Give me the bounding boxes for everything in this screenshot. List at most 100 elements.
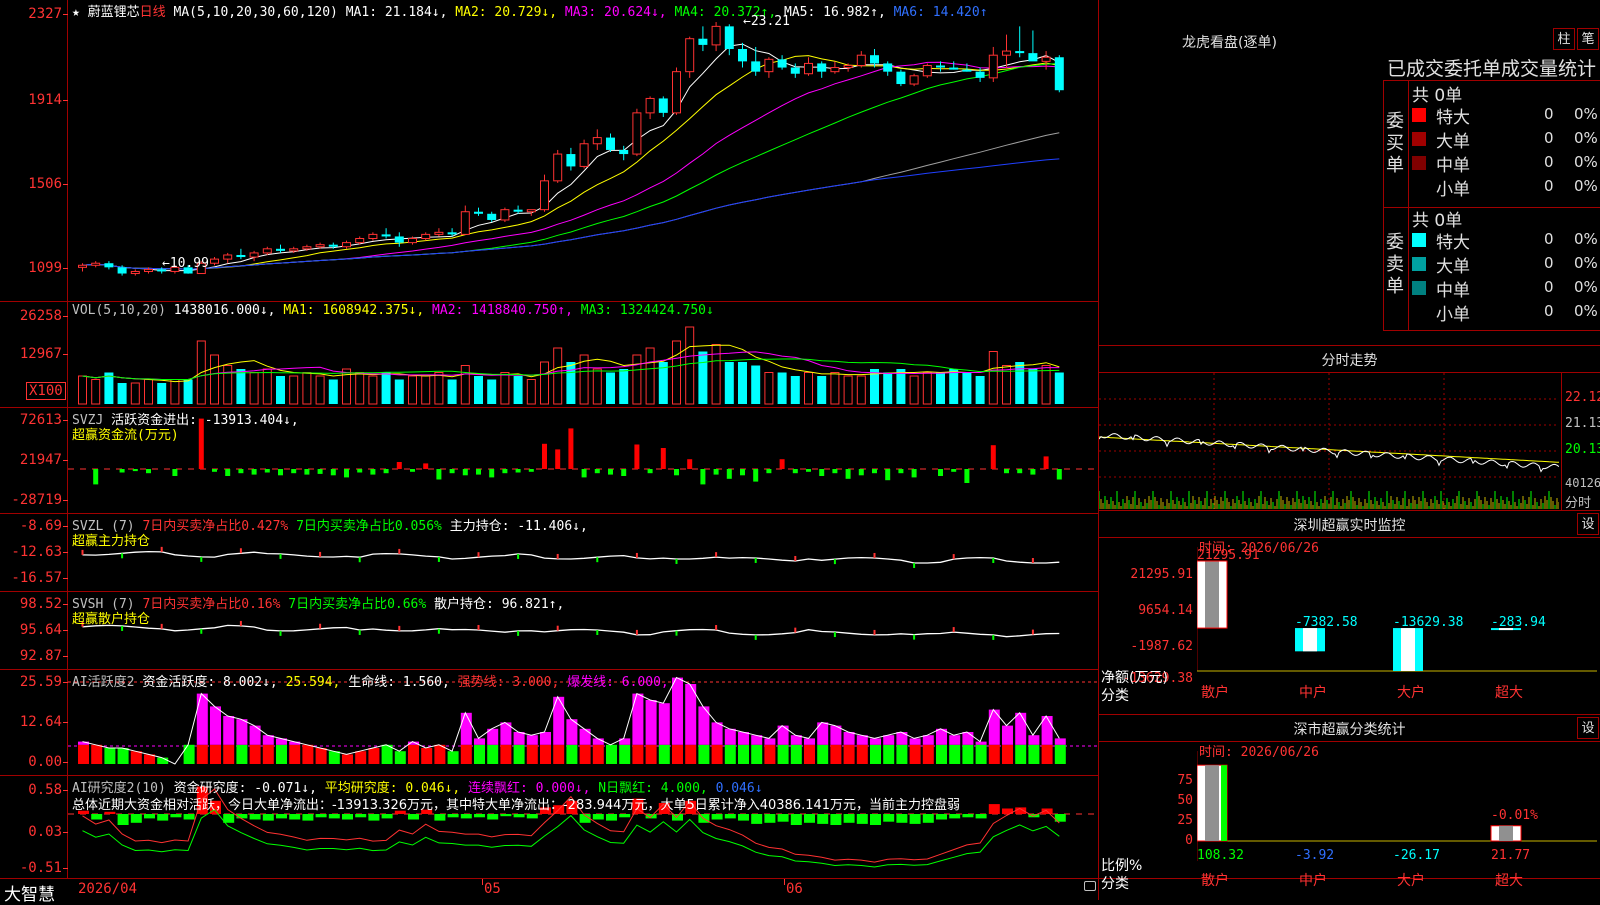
svzj-bar-outflow	[370, 469, 376, 475]
category-stats-panel[interactable]: 深市超赢分类统计 设 时间: 2026/06/26 75 50 25 0 比例%…	[1098, 715, 1600, 900]
ai-activity-spike-bar	[632, 693, 644, 745]
svzj-bar-outflow	[1030, 469, 1036, 475]
svzl-y-axis: -8.69 -12.63 -16.57	[0, 514, 68, 591]
ai-activity-spike-bar	[949, 735, 961, 745]
candle-body-up	[632, 112, 642, 155]
ai-activity-spike-bar	[672, 677, 683, 745]
ai-research-bar-down	[777, 814, 789, 822]
intraday-chart[interactable]	[1099, 373, 1559, 509]
volume-bar-up	[988, 351, 998, 405]
ai-activity-spike-bar	[579, 728, 591, 745]
ai-activity-base-bar	[553, 744, 565, 764]
svzj-bar-outflow	[581, 469, 587, 478]
svzj-bar-outflow	[740, 469, 745, 476]
candle-body-up	[579, 143, 589, 167]
row-pct: 0%	[1574, 254, 1598, 272]
buy-row-0: 特大 0 0%	[1412, 103, 1600, 128]
stats-ytick: 0	[1185, 833, 1193, 848]
candle-body-up	[711, 25, 721, 46]
monitor-bar-shade	[1401, 628, 1415, 671]
candle-body-down	[896, 71, 906, 85]
candle-body-up	[460, 211, 470, 235]
intraday-ytick: 20.13	[1565, 442, 1600, 457]
svzl-ytick: -8.69	[0, 518, 68, 534]
monitor-chart[interactable]: 21295.91 散户 -7382.58 中户 -13629.38 大户 -283.94 超大	[1197, 547, 1597, 715]
kline-chart[interactable]	[68, 0, 1098, 301]
volume-bar-down	[896, 369, 906, 404]
ai-activity-base-bar	[698, 744, 710, 764]
ai-activity-spike-bar	[738, 732, 749, 745]
stats-chart[interactable]: 108.32 散户 -3.92 中户 -26.17 大户 21.77 超大 -0.01%	[1197, 751, 1597, 900]
ai-research-bar-down	[223, 814, 235, 823]
stats-category-label: 大户	[1397, 872, 1425, 889]
ai-research-ytick: -0.51	[0, 860, 68, 876]
ai-activity-y-axis: 25.59 12.64 0.00	[0, 670, 68, 775]
column-view-button[interactable]: 柱	[1553, 28, 1575, 50]
ai-research-bar-down	[817, 814, 829, 824]
svzj-bar-outflow	[278, 469, 283, 476]
ai-activity-base-bar	[130, 751, 142, 764]
candle-body-up	[764, 58, 774, 73]
intraday-panel[interactable]: 分时走势 22.12 21.13 20.13 401264 分时	[1098, 346, 1600, 511]
realtime-monitor-panel[interactable]: 深圳超赢实时监控 设 时间: 2026/06/26 21295.91 9654.…	[1098, 511, 1600, 715]
candle-body-down	[777, 59, 787, 68]
candle-body-down	[619, 149, 629, 155]
ai-activity-b: 25.594,	[285, 675, 341, 690]
svzl-panel[interactable]: -8.69 -12.63 -16.57 SVZL (7) 7日内买卖净占比0.4…	[0, 514, 1098, 592]
ai-research-bar-down	[249, 814, 261, 820]
volume-bar-up	[289, 375, 299, 405]
volume-bar-up	[355, 372, 365, 405]
ai-activity-spike-bar	[804, 738, 815, 745]
candle-body-up	[830, 67, 840, 73]
lock-icon[interactable]	[1084, 881, 1096, 891]
ai-research-bar-down	[804, 814, 815, 823]
ai-research-panel[interactable]: 0.58 0.03 -0.51 AI研究度2(10) 资金研究度: -0.071…	[0, 776, 1098, 878]
svzj-bar-outflow	[898, 469, 904, 474]
stats-ylabel: 比例%	[1101, 858, 1143, 874]
buy-row-2: 中单 0 0%	[1412, 151, 1600, 176]
period-label[interactable]: 日线	[140, 5, 166, 20]
candle-body-up	[289, 248, 299, 252]
volume-ma3: MA3: 1324424.750↓	[580, 303, 714, 318]
ai-activity-ytick: 25.59	[0, 674, 68, 690]
volume-ytick: 12967	[0, 346, 68, 362]
ai-activity-spike-bar	[843, 732, 855, 745]
kline-plot[interactable]	[68, 0, 1098, 301]
volume-bar-down	[447, 379, 457, 404]
svzj-subtitle: 超赢资金流(万元)	[72, 428, 179, 443]
ai-activity-panel[interactable]: 25.59 12.64 0.00 AI活跃度2 资金活跃度: 8.002↓, 2…	[0, 670, 1098, 776]
ai-research-bar-up	[988, 804, 1000, 814]
svzj-bar-outflow	[911, 469, 917, 478]
candle-body-up	[78, 264, 87, 268]
svzj-bar-inflow	[542, 443, 547, 469]
ai-research-bar-down	[526, 814, 538, 819]
stats-settings-button[interactable]: 设	[1577, 717, 1599, 739]
ai-research-bar-down	[91, 814, 103, 820]
volume-unit: X100	[26, 382, 66, 400]
star-icon[interactable]: ★	[72, 5, 80, 20]
candle-body-up	[368, 233, 378, 240]
candle-body-up	[645, 97, 655, 114]
ai-activity-base-bar	[210, 744, 221, 764]
svsh-panel[interactable]: 98.52 95.64 92.87 SVSH (7) 7日内买卖净占比0.16%…	[0, 592, 1098, 670]
ai-activity-spike-bar	[645, 700, 657, 745]
monitor-ytick: -1987.62	[1130, 639, 1193, 654]
svzj-ytick: -28719	[0, 492, 68, 508]
svzj-panel[interactable]: 72613 21947 -28719 SVZJ 活跃资金进出: -13913.4…	[0, 408, 1098, 514]
row-name: 特大	[1436, 108, 1470, 128]
volume-bar-up	[540, 361, 549, 405]
svzj-bar-outflow	[410, 469, 415, 472]
ai-research-summary: 总体近期大资金相对活跃，今日大单净流出：-13913.326万元，其中特大单净流…	[72, 798, 961, 813]
volume-panel[interactable]: 26258 12967 X100 VOL(5,10,20) 1438016.00…	[0, 302, 1098, 408]
row-name: 小单	[1436, 180, 1470, 200]
ai-activity-spike-bar	[513, 732, 525, 745]
volume-bar-down	[777, 372, 787, 404]
tick-view-button[interactable]: 笔	[1577, 28, 1599, 50]
candle-body-down	[487, 213, 497, 220]
monitor-settings-button[interactable]: 设	[1577, 513, 1599, 535]
svzj-bar-outflow	[938, 469, 943, 476]
ai-activity-base-bar	[738, 744, 749, 764]
ai-research-bar-down	[183, 814, 195, 820]
volume-bar-up	[645, 347, 655, 405]
kline-panel[interactable]: 2327 1914 1506 1099 ★ 蔚蓝锂芯日线 MA(5,10,20,…	[0, 0, 1098, 302]
